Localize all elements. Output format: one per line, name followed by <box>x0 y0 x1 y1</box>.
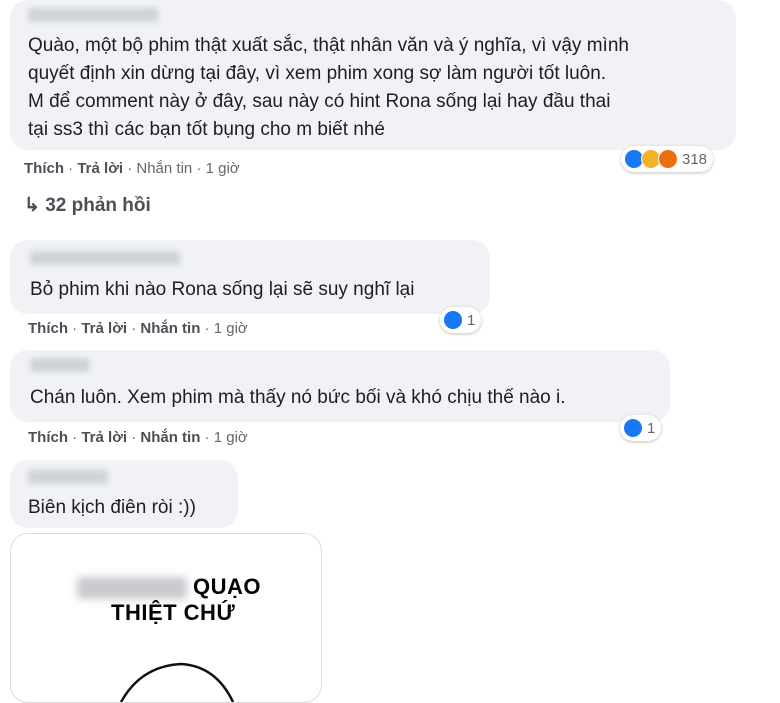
like-icon <box>443 310 463 330</box>
image-attachment[interactable]: QUẠO THIỆT CHỨ <box>10 533 322 703</box>
image-caption-line2: THIỆT CHỨ <box>111 600 236 625</box>
author-name-blurred[interactable] <box>28 8 158 22</box>
author-name-blurred[interactable] <box>30 358 90 372</box>
author-name-blurred[interactable] <box>30 251 180 265</box>
comment-text-2: Bỏ phim khi nào Rona sống lại sẽ suy ngh… <box>30 279 415 300</box>
comment-line: tại ss3 thì các bạn tốt bụng cho m biết … <box>28 119 386 140</box>
reaction-count: 1 <box>467 311 476 329</box>
reply-button[interactable]: Trả lời <box>77 160 123 177</box>
comment-text-4: Biên kịch điên ròi :)) <box>28 497 196 518</box>
reaction-count: 318 <box>682 150 708 168</box>
author-name-blurred[interactable] <box>28 470 108 484</box>
drawing-sketch <box>119 662 235 702</box>
image-caption-line1: QUẠO <box>77 574 261 600</box>
reply-button[interactable]: Trả lời <box>81 429 127 446</box>
like-button[interactable]: Thích <box>24 160 64 177</box>
timestamp[interactable]: 1 giờ <box>214 320 248 337</box>
comment-line: quyết định xin dừng tại đây, vì xem phim… <box>28 63 607 84</box>
reaction-summary-3[interactable]: 1 <box>620 415 662 441</box>
comment-text-3: Chán luôn. Xem phim mà thấy nó bức bối v… <box>30 387 566 408</box>
comment-actions-3: Thích · Trả lời · Nhắn tin · 1 giờ <box>28 429 248 446</box>
like-button[interactable]: Thích <box>28 429 68 446</box>
message-link[interactable]: Nhắn tin <box>136 160 192 177</box>
timestamp[interactable]: 1 giờ <box>214 429 248 446</box>
comment-line: M để comment này ở đây, sau này có hint … <box>28 91 611 112</box>
comment-actions-2: Thích · Trả lời · Nhắn tin · 1 giờ <box>28 320 248 337</box>
message-link[interactable]: Nhắn tin <box>140 429 200 446</box>
like-button[interactable]: Thích <box>28 320 68 337</box>
message-link[interactable]: Nhắn tin <box>140 320 200 337</box>
blurred-text <box>77 577 187 600</box>
like-icon <box>623 418 643 438</box>
reply-button[interactable]: Trả lời <box>81 320 127 337</box>
reaction-count: 1 <box>647 419 656 437</box>
view-replies-link[interactable]: ↳ 32 phản hồi <box>24 194 151 216</box>
reaction-summary-2[interactable]: 1 <box>440 307 482 333</box>
timestamp[interactable]: 1 giờ <box>206 160 240 177</box>
comment-actions-1: Thích · Trả lời · Nhắn tin · 1 giờ <box>24 160 240 177</box>
comment-line: Quào, một bộ phim thật xuất sắc, thật nh… <box>28 35 629 56</box>
angry-icon <box>658 149 678 169</box>
reaction-summary-1[interactable]: 318 <box>621 146 714 172</box>
comment-text-1: Quào, một bộ phim thật xuất sắc, thật nh… <box>28 32 629 144</box>
